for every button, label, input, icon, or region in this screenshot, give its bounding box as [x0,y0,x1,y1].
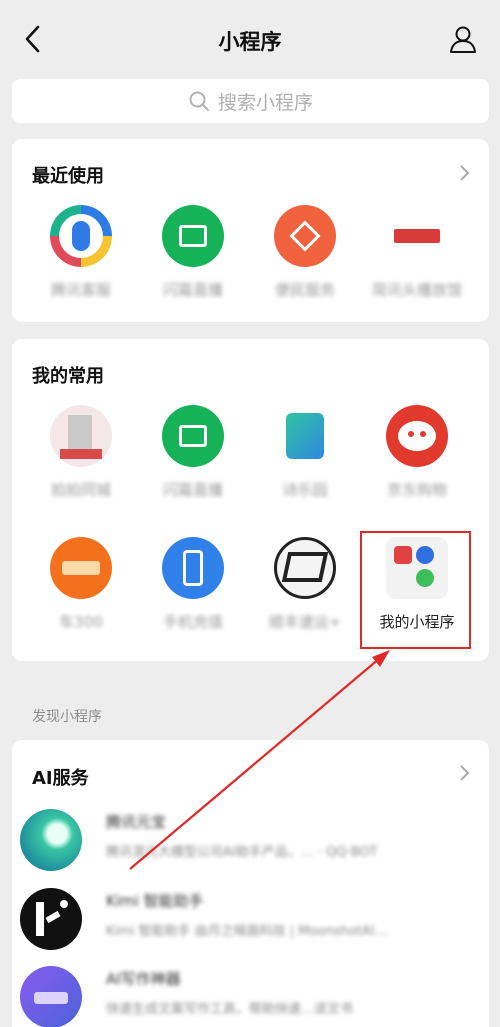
recent-app-4[interactable]: 简讯头播放馆 [362,205,472,299]
fav-app-1-label: 拍拍同城 [50,481,111,499]
item-desc: Kimi 智能助手 由月之暗面科技 | MoonshotAI… [106,924,388,939]
fav-app-1[interactable]: 拍拍同城 [26,405,136,499]
kimi-avatar [20,888,82,950]
item-desc: 快速生成文案写作工具，帮助快速…读文书 [106,1002,354,1017]
fav-app-2-label: 闪篇直播 [162,481,223,499]
green-chart-icon [162,205,224,267]
recent-app-3-label: 便民服务 [274,281,335,299]
recent-title: 最近使用 [32,166,104,187]
fav-app-5-label: 车300 [59,613,103,631]
fav-app-7[interactable]: 顺丰速运+ [250,537,360,631]
list-item[interactable]: Kimi 智能助手 Kimi 智能助手 由月之暗面科技 | MoonshotAI… [20,882,480,956]
recent-app-3[interactable]: 便民服务 [250,205,360,299]
green-chart-icon [162,405,224,467]
fav-app-2[interactable]: 闪篇直播 [138,405,248,499]
fav-app-3-label: 诗乐园 [282,481,328,499]
fav-app-4[interactable]: 京东购物 [362,405,472,499]
discover-label: 发现小程序 [32,709,102,725]
search-placeholder: 搜索小程序 [217,91,313,114]
fav-app-7-label: 顺丰速运+ [268,613,342,631]
orange-badge-icon [50,537,112,599]
ai-writing-avatar [20,966,82,1027]
ai-services-title: AI服务 [32,768,89,789]
chevron-right-icon[interactable] [457,764,471,782]
recent-app-2-label: 闪篇直播 [162,281,223,299]
page-title: 小程序 [218,30,282,54]
blue-green-tile-icon [274,405,336,467]
red-face-icon [386,405,448,467]
item-name: Kimi 智能助手 [106,892,204,910]
fav-app-6-label: 手机充值 [162,613,223,631]
fav-app-4-label: 京东购物 [386,481,447,499]
yuanbao-avatar [20,809,82,871]
person-icon[interactable] [448,24,478,54]
sf-logo-icon [274,537,336,599]
orange-home-icon [274,205,336,267]
recent-app-1-label: 腾讯客服 [50,281,111,299]
chevron-right-icon[interactable] [457,164,471,182]
highlight-box [360,531,471,649]
search-input[interactable]: 搜索小程序 [12,79,489,123]
fav-app-3[interactable]: 诗乐园 [250,405,360,499]
favorites-title: 我的常用 [32,366,104,387]
red-building-icon [50,405,112,467]
list-item[interactable]: 腾讯元宝 腾讯混元大模型公司AI助手产品，… · QQ·BOT [20,803,480,877]
fav-app-6[interactable]: 手机充值 [138,537,248,631]
search-icon [189,91,209,111]
recent-app-4-label: 简讯头播放馆 [371,281,462,299]
nav-bar: 小程序 [0,0,500,78]
blue-phone-icon [162,537,224,599]
tencent-service-icon [50,205,112,267]
fav-app-5[interactable]: 车300 [26,537,136,631]
list-item[interactable]: AI写作神器 快速生成文案写作工具，帮助快速…读文书 [20,960,480,1027]
red-banner-icon [386,205,448,267]
recent-card: 最近使用 腾讯客服 闪篇直播 便民服务 简讯头播放馆 [12,139,489,322]
item-name: AI写作神器 [106,970,181,988]
item-desc: 腾讯混元大模型公司AI助手产品，… · QQ·BOT [106,845,378,860]
recent-app-1[interactable]: 腾讯客服 [26,205,136,299]
recent-app-2[interactable]: 闪篇直播 [138,205,248,299]
item-name: 腾讯元宝 [106,813,167,831]
